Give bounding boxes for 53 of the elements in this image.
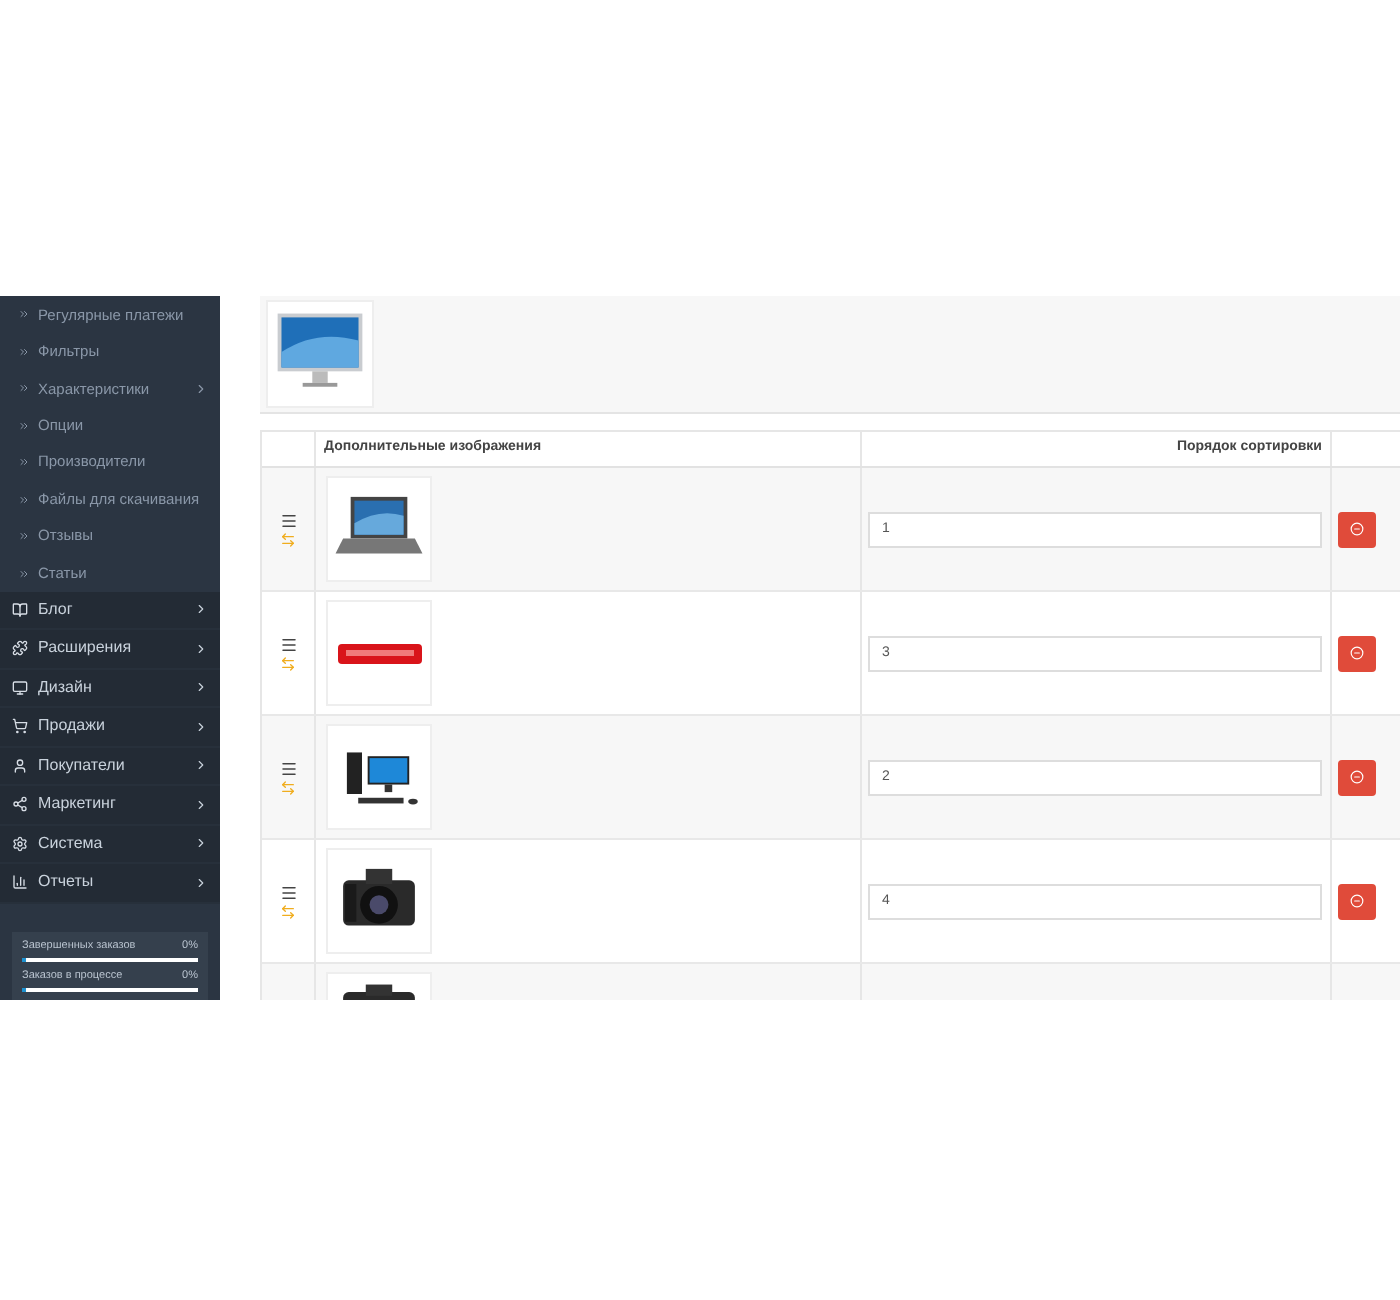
book-icon (12, 601, 28, 618)
chevron-right-icon (194, 641, 208, 656)
drag-handle-icon[interactable] (279, 883, 297, 901)
swap-arrows-icon (280, 779, 296, 795)
drag-handle-icon[interactable] (279, 759, 297, 777)
chevron-right-icon (194, 381, 208, 396)
double-chevron-icon (18, 308, 30, 321)
bar-chart-icon (12, 874, 28, 891)
swap-arrows-icon (280, 531, 296, 547)
image-thumbnail[interactable] (326, 476, 432, 582)
minus-icon (1350, 770, 1364, 784)
minus-icon (1350, 646, 1364, 660)
double-chevron-icon (18, 567, 30, 580)
monitor-icon (12, 679, 28, 696)
gear-icon (12, 835, 28, 852)
image-thumbnail[interactable] (326, 724, 432, 830)
double-chevron-icon (18, 493, 30, 506)
minus-icon (1350, 522, 1364, 536)
chevron-right-icon (194, 719, 208, 734)
double-chevron-icon (18, 456, 30, 469)
remove-button[interactable] (1338, 883, 1376, 919)
remove-button[interactable] (1338, 635, 1376, 671)
swap-arrows-icon (280, 655, 296, 671)
minus-icon (1350, 894, 1364, 908)
user-icon (12, 757, 28, 774)
menu-item[interactable]: Покупатели (0, 747, 220, 787)
double-chevron-icon (18, 530, 30, 543)
image-thumbnail[interactable] (326, 848, 432, 954)
chevron-right-icon (194, 875, 208, 890)
double-chevron-icon (18, 345, 30, 358)
chevron-right-icon (194, 836, 208, 851)
chevron-right-icon (194, 758, 208, 773)
menu-item[interactable]: Дизайн (0, 669, 220, 709)
menu-item[interactable]: Маркетинг (0, 786, 220, 826)
menu-item[interactable]: Блог (0, 591, 220, 631)
menu-item[interactable]: Система (0, 825, 220, 865)
puzzle-icon (12, 640, 28, 657)
double-chevron-icon (18, 382, 30, 395)
image-thumbnail[interactable] (326, 600, 432, 706)
menu-item[interactable]: Расширения (0, 630, 220, 670)
chevron-right-icon (194, 602, 208, 617)
chevron-right-icon (194, 680, 208, 695)
cart-icon (12, 718, 28, 735)
chevron-right-icon (194, 797, 208, 812)
swap-arrows-icon (280, 903, 296, 919)
remove-button[interactable] (1338, 511, 1376, 547)
drag-handle-icon[interactable] (279, 635, 297, 653)
remove-button[interactable] (1338, 759, 1376, 795)
drag-handle-icon[interactable] (279, 511, 297, 529)
menu-item[interactable]: Отчеты (0, 864, 220, 903)
menu-item[interactable]: Продажи (0, 708, 220, 748)
double-chevron-icon (18, 419, 30, 432)
share-icon (12, 796, 28, 813)
